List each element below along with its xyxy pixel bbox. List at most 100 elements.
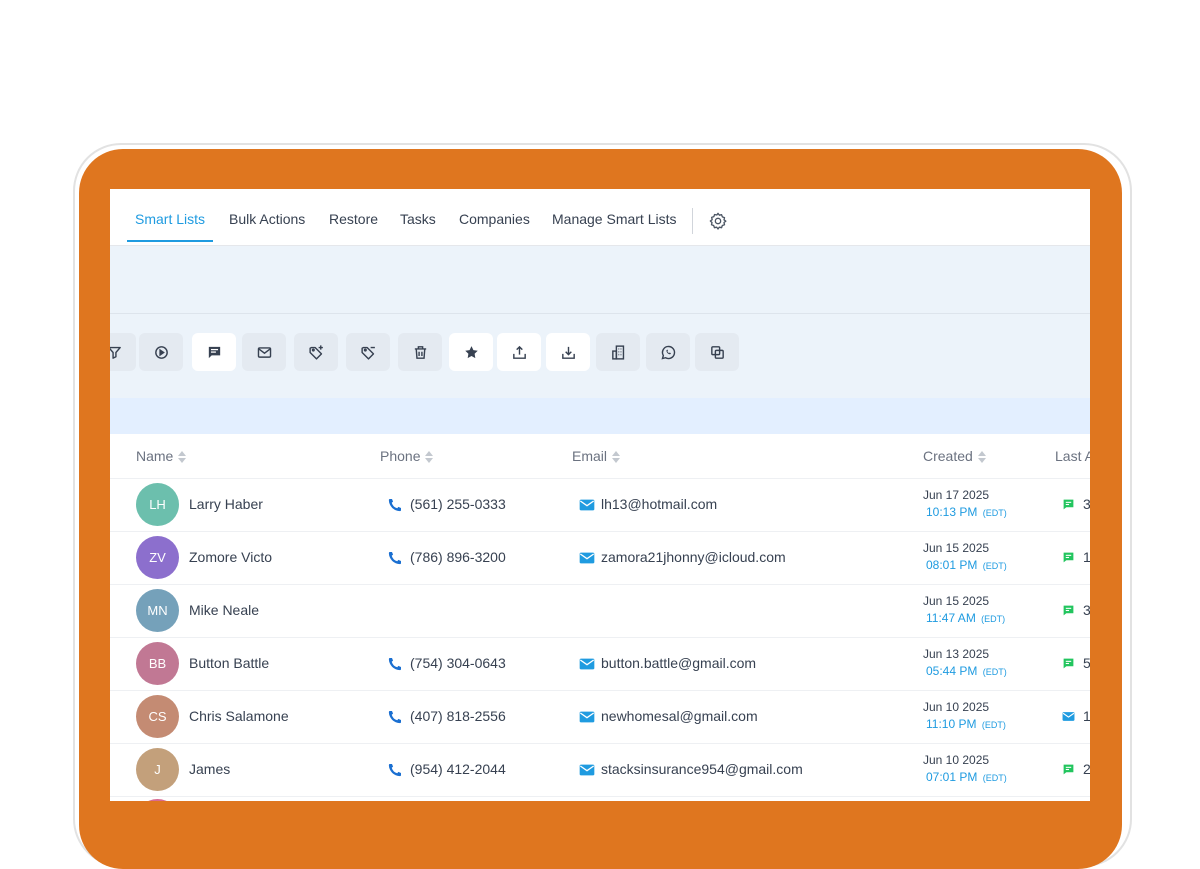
table-row[interactable]: BB Button Battle (754) 304-0643 button.b…	[110, 637, 1090, 691]
tab-bulk-actions[interactable]: Bulk Actions	[229, 211, 305, 227]
timezone-label: (EDT)	[982, 773, 1007, 783]
created-time-wrap: 11:10 PM (EDT)	[926, 717, 1006, 731]
sort-icon	[977, 451, 986, 464]
table-row[interactable]: MN Mike Neale Jun 15 2025 11:47 AM (EDT)…	[110, 584, 1090, 638]
sort-icon	[178, 451, 187, 464]
timezone-label: (EDT)	[982, 667, 1007, 677]
created-time-wrap: 08:01 PM (EDT)	[926, 558, 1007, 572]
table-row[interactable]: ZV Zomore Victo (786) 896-3200 zamora21j…	[110, 531, 1090, 585]
avatar	[136, 799, 179, 801]
tab-smart-lists[interactable]: Smart Lists	[135, 211, 205, 227]
avatar: J	[136, 748, 179, 791]
contact-name[interactable]: Larry Haber	[189, 496, 263, 512]
timezone-label: (EDT)	[981, 720, 1006, 730]
import-button[interactable]	[546, 333, 590, 371]
contact-email[interactable]: stacksinsurance954@gmail.com	[601, 761, 803, 777]
whatsapp-button[interactable]	[646, 333, 690, 371]
timezone-label: (EDT)	[982, 508, 1007, 518]
created-time: 11:47 AM	[926, 611, 976, 625]
created-time-wrap: 05:44 PM (EDT)	[926, 664, 1007, 678]
contact-phone[interactable]: (754) 304-0643	[410, 655, 506, 671]
phone-icon[interactable]	[387, 709, 403, 725]
contact-email[interactable]: lh13@hotmail.com	[601, 496, 717, 512]
tab-restore[interactable]: Restore	[329, 211, 378, 227]
contact-email[interactable]: zamora21jhonny@icloud.com	[601, 549, 786, 565]
sort-icon	[425, 451, 434, 464]
created-time: 10:13 PM	[926, 505, 978, 519]
last-activity-count: 3	[1083, 496, 1090, 512]
tab-manage-smart-lists[interactable]: Manage Smart Lists	[552, 211, 677, 227]
column-header-email[interactable]: Email	[572, 448, 621, 464]
column-label: Phone	[380, 448, 421, 464]
column-label: Name	[136, 448, 174, 464]
contact-phone[interactable]: (407) 818-2556	[410, 708, 506, 724]
contact-name[interactable]: Zomore Victo	[189, 549, 272, 565]
email-icon	[1062, 712, 1075, 721]
created-time: 11:10 PM	[926, 717, 977, 731]
created-time: 07:01 PM	[926, 770, 978, 784]
table-row[interactable]: LH Larry Haber (561) 255-0333 lh13@hotma…	[110, 478, 1090, 532]
tab-companies[interactable]: Companies	[459, 211, 530, 227]
contact-phone[interactable]: (786) 896-3200	[410, 549, 506, 565]
column-header-last-activity[interactable]: Last A	[1055, 448, 1090, 464]
sms-button[interactable]	[192, 333, 236, 371]
last-activity-count: 1	[1083, 708, 1090, 724]
email-icon	[257, 346, 271, 358]
contact-email[interactable]: button.battle@gmail.com	[601, 655, 756, 671]
mail-icon[interactable]	[579, 763, 595, 777]
filter-icon	[110, 346, 121, 359]
contact-name[interactable]: James	[189, 761, 230, 777]
timezone-label: (EDT)	[981, 614, 1006, 624]
avatar: ZV	[136, 536, 179, 579]
sms-icon	[208, 346, 220, 358]
merge-button[interactable]	[695, 333, 739, 371]
tab-tasks[interactable]: Tasks	[400, 211, 436, 227]
column-header-created[interactable]: Created	[923, 448, 987, 464]
last-activity-count: 1	[1083, 549, 1090, 565]
filter-button[interactable]	[110, 333, 136, 371]
sms-icon	[1063, 658, 1074, 669]
avatar: BB	[136, 642, 179, 685]
mail-icon[interactable]	[579, 657, 595, 671]
export-icon	[512, 345, 526, 359]
remove-tag-button[interactable]	[346, 333, 390, 371]
mail-icon[interactable]	[579, 551, 595, 565]
add-tag-button[interactable]	[294, 333, 338, 371]
column-header-phone[interactable]: Phone	[380, 448, 434, 464]
contact-name[interactable]: Chris Salamone	[189, 708, 289, 724]
column-header-name[interactable]: Name	[136, 448, 187, 464]
automation-icon	[154, 345, 168, 359]
delete-button[interactable]	[398, 333, 442, 371]
mail-icon[interactable]	[579, 498, 595, 512]
add-tag-icon	[308, 344, 323, 360]
contact-email[interactable]: newhomesal@gmail.com	[601, 708, 758, 724]
contact-phone[interactable]: (954) 412-2044	[410, 761, 506, 777]
star-button[interactable]	[449, 333, 493, 371]
mail-icon[interactable]	[579, 710, 595, 724]
phone-icon[interactable]	[387, 656, 403, 672]
gear-icon[interactable]	[708, 211, 728, 231]
sms-icon	[1063, 499, 1074, 510]
avatar: CS	[136, 695, 179, 738]
phone-icon[interactable]	[387, 762, 403, 778]
contact-name[interactable]: Mike Neale	[189, 602, 259, 618]
company-icon	[611, 344, 624, 360]
phone-icon[interactable]	[387, 550, 403, 566]
created-date: Jun 15 2025	[923, 594, 990, 608]
contact-phone[interactable]: (561) 255-0333	[410, 496, 506, 512]
export-button[interactable]	[497, 333, 541, 371]
delete-icon	[414, 345, 426, 359]
automation-button[interactable]	[139, 333, 183, 371]
contact-name[interactable]: Button Battle	[189, 655, 269, 671]
created-date: Jun 17 2025	[923, 488, 990, 502]
company-button[interactable]	[596, 333, 640, 371]
active-tab-underline	[127, 240, 213, 242]
created-date: Jun 10 2025	[923, 700, 990, 714]
phone-icon[interactable]	[387, 497, 403, 513]
email-button[interactable]	[242, 333, 286, 371]
table-row[interactable]: CS Chris Salamone (407) 818-2556 newhome…	[110, 690, 1090, 744]
nav-divider	[692, 208, 693, 234]
table-row[interactable]: J James (954) 412-2044 stacksinsurance95…	[110, 743, 1090, 797]
star-icon	[464, 345, 478, 358]
created-time-wrap: 07:01 PM (EDT)	[926, 770, 1007, 784]
